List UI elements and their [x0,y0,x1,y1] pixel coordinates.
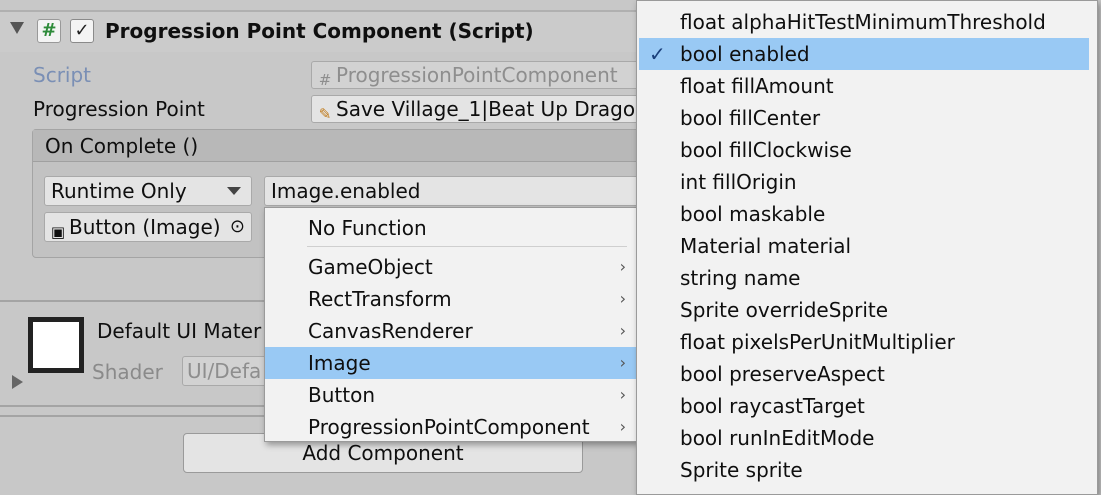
submenu-arrow-icon: › [619,257,626,276]
menu-item-label: bool fillCenter [680,106,821,130]
runtime-dropdown-value: Runtime Only [51,179,187,203]
menu-item-raycasttarget[interactable]: bool raycastTarget [637,390,1097,422]
menu-item-button[interactable]: Button › [265,379,636,411]
menu-item-fillorigin[interactable]: int fillOrigin [637,166,1097,198]
menu-item-fillclockwise[interactable]: bool fillClockwise [637,134,1097,166]
menu-item-label: Sprite overrideSprite [680,298,889,322]
component-enabled-checkbox[interactable]: ✓ [70,19,94,43]
runtime-dropdown[interactable]: Runtime Only [44,176,252,206]
menu-item-label: bool maskable [680,202,826,226]
function-menu: No Function GameObject › RectTransform ›… [264,207,637,442]
script-field-value: ProgressionPointComponent [336,63,618,87]
menu-item-label: float pixelsPerUnitMultiplier [680,330,955,354]
menu-item-recttransform[interactable]: RectTransform › [265,283,636,315]
menu-item-name[interactable]: string name [637,262,1097,294]
menu-item-no-function[interactable]: No Function [265,212,636,244]
progression-point-field[interactable]: ✎ Save Village_1|Beat Up Dragon [311,95,641,123]
submenu-arrow-icon: › [619,385,626,404]
menu-item-gameobject[interactable]: GameObject › [265,251,636,283]
function-dropdown[interactable]: Image.enabled [264,176,644,206]
object-selector-icon[interactable]: ⊙ [230,213,245,241]
target-object-value: Button (Image) [69,215,221,239]
menu-item-runineditmode[interactable]: bool runInEditMode [637,422,1097,454]
menu-item-label: bool enabled [680,42,810,66]
target-object-field[interactable]: ▣ Button (Image) ⊙ [44,212,252,242]
menu-item-label: Image [308,351,371,375]
component-title: Progression Point Component (Script) [105,19,534,43]
function-dropdown-value: Image.enabled [271,179,421,203]
menu-item-fillamount[interactable]: float fillAmount [637,70,1097,102]
dropdown-arrow-icon [227,187,241,195]
foldout-arrow-icon[interactable] [10,22,24,34]
menu-item-label: bool raycastTarget [680,394,865,418]
menu-item-label: CanvasRenderer [308,319,473,343]
submenu-arrow-icon: › [619,353,626,372]
checkmark-icon: ✓ [649,42,666,66]
menu-item-label: Material material [680,234,852,258]
script-label: Script [33,63,92,87]
menu-item-label: float alphaHitTestMinimumThreshold [680,10,1046,34]
menu-item-label: bool runInEditMode [680,426,875,450]
menu-item-maskable[interactable]: bool maskable [637,198,1097,230]
object-picker-icon: ✎ [318,105,332,123]
material-preview [28,317,84,373]
menu-item-image[interactable]: Image › [265,347,636,379]
image-icon: ▣ [50,223,66,241]
menu-item-canvasrenderer[interactable]: CanvasRenderer › [265,315,636,347]
script-file-icon: # [318,71,332,89]
menu-item-sprite[interactable]: Sprite sprite [637,454,1097,486]
progression-point-value: Save Village_1|Beat Up Dragon [336,97,641,121]
menu-item-label: No Function [308,216,427,240]
menu-item-label: Sprite sprite [680,458,803,482]
submenu-arrow-icon: › [619,289,626,308]
menu-item-material[interactable]: Material material [637,230,1097,262]
menu-item-label: int fillOrigin [680,170,797,194]
script-field: # ProgressionPointComponent [311,61,641,89]
unity-event-title: On Complete () [45,134,199,158]
menu-item-progressionpointcomponent[interactable]: ProgressionPointComponent › [265,411,636,443]
menu-item-pixelsperunit[interactable]: float pixelsPerUnitMultiplier [637,326,1097,358]
property-submenu: float alphaHitTestMinimumThreshold ✓ boo… [636,0,1098,495]
material-name: Default UI Mater [97,319,262,343]
menu-item-label: bool fillClockwise [680,138,852,162]
menu-item-label: ProgressionPointComponent [308,415,590,439]
shader-label: Shader [92,360,163,384]
menu-item-label: Button [308,383,375,407]
submenu-arrow-icon: › [619,321,626,340]
menu-item-label: bool preserveAspect [680,362,885,386]
menu-item-overridesprite[interactable]: Sprite overrideSprite [637,294,1097,326]
script-icon: # [37,19,61,43]
menu-item-label: string name [680,266,801,290]
menu-item-label: float fillAmount [680,74,834,98]
menu-item-enabled[interactable]: ✓ bool enabled [639,38,1089,70]
menu-item-label: GameObject [308,255,433,279]
shader-value: UI/Defa [187,359,262,383]
menu-item-preserveaspect[interactable]: bool preserveAspect [637,358,1097,390]
menu-separator [307,246,627,247]
submenu-arrow-icon: › [619,417,626,436]
menu-item-fillcenter[interactable]: bool fillCenter [637,102,1097,134]
progression-point-label: Progression Point [33,97,205,121]
menu-item-alphahittest[interactable]: float alphaHitTestMinimumThreshold [637,6,1097,38]
material-foldout-icon[interactable] [12,375,23,389]
menu-item-label: RectTransform [308,287,452,311]
